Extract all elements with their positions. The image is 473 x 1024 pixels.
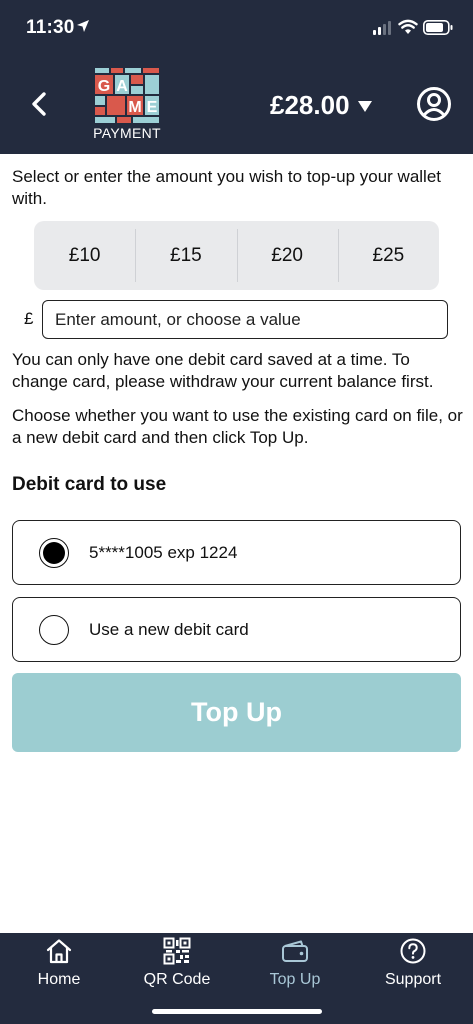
user-circle-icon (417, 87, 451, 121)
existing-card-option[interactable]: 5****1005 exp 1224 (12, 520, 461, 585)
radio-selected[interactable] (39, 537, 69, 568)
preset-amount-20[interactable]: £20 (236, 221, 338, 290)
status-time: 11:30 (26, 17, 75, 38)
logo-tiles-graphic: G A M E (95, 68, 159, 123)
topup-intro-text: Select or enter the amount you wish to t… (12, 167, 442, 208)
nav-top-up-label: Top Up (269, 971, 321, 988)
currency-symbol: £ (24, 309, 34, 328)
game-payment-logo: G A M E PAYMENT (90, 68, 164, 144)
home-indicator[interactable] (152, 1009, 322, 1014)
home-icon (45, 937, 73, 965)
wallet-balance: £28.00 (270, 89, 350, 120)
preset-amount-25[interactable]: £25 (337, 221, 439, 290)
wallet-balance-dropdown[interactable]: £28.00 (270, 88, 372, 122)
nav-top-up[interactable]: Top Up (236, 933, 354, 995)
nav-qr-code[interactable]: QR Code (118, 933, 236, 995)
profile-button[interactable] (416, 86, 452, 122)
new-card-label: Use a new debit card (89, 619, 249, 639)
help-circle-icon (400, 937, 426, 965)
logo-letter: E (147, 99, 158, 116)
location-arrow-icon (76, 19, 90, 38)
preset-amount-selector: £10 £15 £20 £25 (34, 221, 439, 290)
wifi-icon (398, 19, 418, 40)
chevron-left-icon (32, 92, 46, 116)
nav-home[interactable]: Home (0, 933, 118, 995)
back-button[interactable] (24, 88, 54, 120)
existing-card-label: 5****1005 exp 1224 (89, 542, 238, 562)
top-up-button[interactable]: Top Up (12, 673, 461, 752)
preset-amount-10[interactable]: £10 (34, 221, 135, 290)
choose-card-note: Choose whether you want to use the exist… (12, 406, 463, 447)
nav-support-label: Support (384, 971, 442, 988)
bottom-nav: Home QR Code Top Up Support (0, 933, 473, 1024)
battery-icon (423, 20, 453, 40)
single-card-note: You can only have one debit card saved a… (12, 350, 434, 391)
logo-letter: A (116, 78, 128, 95)
amount-input[interactable] (42, 300, 448, 339)
radio-unselected[interactable] (39, 614, 69, 645)
new-card-option[interactable]: Use a new debit card (12, 597, 461, 662)
logo-subtitle: PAYMENT (93, 125, 161, 141)
app-header: 11:30 G A M E PAYMENT £28.00 (0, 0, 473, 154)
nav-home-label: Home (37, 971, 81, 988)
wallet-icon (281, 937, 309, 965)
cellular-signal-icon (373, 21, 393, 40)
nav-support[interactable]: Support (354, 933, 472, 995)
debit-card-heading: Debit card to use (12, 474, 167, 495)
caret-down-icon (357, 100, 372, 112)
logo-letter: G (98, 78, 110, 95)
preset-amount-15[interactable]: £15 (135, 221, 236, 290)
logo-letter: M (128, 99, 141, 116)
qr-code-icon (163, 937, 191, 965)
nav-qr-code-label: QR Code (143, 971, 211, 988)
status-bar: 11:30 (0, 0, 473, 58)
